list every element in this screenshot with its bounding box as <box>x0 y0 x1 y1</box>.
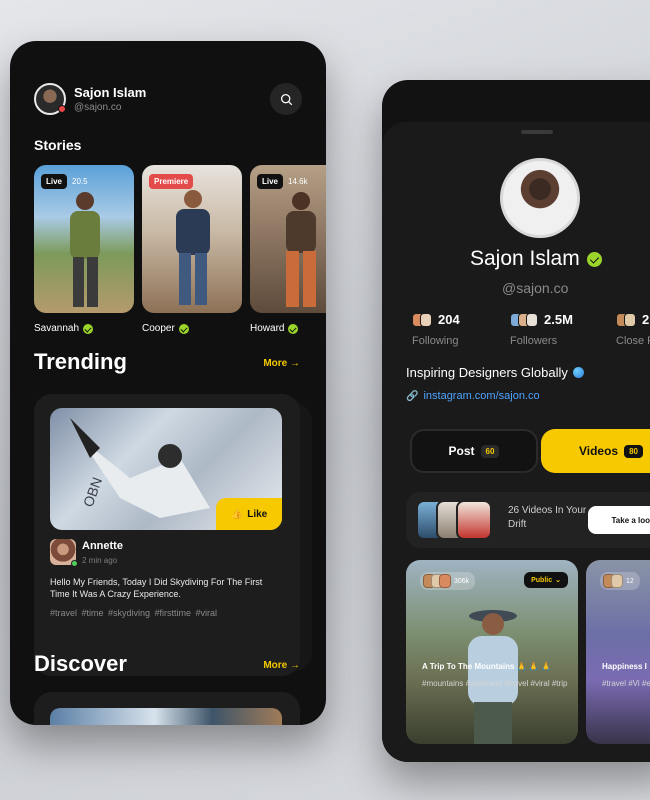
story-name: Savannah <box>34 323 94 334</box>
story-name-label: Savannah <box>34 323 80 334</box>
verified-icon <box>178 323 189 334</box>
visibility-dropdown[interactable]: Public ⌄ <box>524 572 568 588</box>
stat-value: 2.5M <box>544 312 573 327</box>
stat-label: Close Fri <box>616 335 650 347</box>
story-name-label: Howard <box>250 323 285 334</box>
stat-label: Followers <box>510 335 558 347</box>
stories-title: Stories <box>34 137 82 153</box>
video-tags[interactable]: #mountains #weekend #travel #viral #trip <box>422 678 572 690</box>
drift-banner: 26 Videos In Your Drift Take a look <box>406 492 650 548</box>
profile-handle: @sajon.co <box>502 280 569 296</box>
svg-text:OBN: OBN <box>80 475 105 509</box>
story-name: Cooper <box>142 323 189 334</box>
stat-value: 2 <box>642 312 650 327</box>
video-card[interactable]: 306k Public ⌄ A Trip To The Mountains 🙏 🙏… <box>406 560 578 744</box>
story-badge: Live <box>257 174 284 189</box>
trending-card[interactable]: OBN 👍 Like Annette 2 min ago Hello My Fri… <box>34 394 300 676</box>
video-views: 306k <box>454 577 470 585</box>
stat-close-friends[interactable]: 2 Close Fri <box>616 312 650 347</box>
user-handle: @sajon.co <box>74 102 122 113</box>
story-card[interactable]: Live 20.5 <box>34 165 134 313</box>
story-badge: Live <box>41 174 68 189</box>
mini-avatars <box>412 312 432 327</box>
video-title: A Trip To The Mountains 🙏 🙏 🙏 <box>422 662 551 671</box>
post-author-avatar[interactable] <box>50 539 78 567</box>
tab-post[interactable]: Post 60 <box>410 429 538 473</box>
post-timestamp: 2 min ago <box>82 556 118 565</box>
discover-more-link[interactable]: More → <box>263 660 300 671</box>
link-text[interactable]: instagram.com/sajon.co <box>423 390 539 402</box>
mini-avatars <box>510 312 538 327</box>
sheet-grabber[interactable] <box>521 130 553 134</box>
tab-videos[interactable]: Videos 80 <box>541 429 650 473</box>
profile-name-text: Sajon Islam <box>470 247 580 270</box>
link-icon: 🔗 <box>406 390 419 402</box>
video-tags[interactable]: #travel #Vi #explorethe <box>602 678 650 690</box>
chevron-down-icon: ⌄ <box>555 577 561 584</box>
online-indicator <box>71 560 78 567</box>
stat-label: Following <box>412 335 459 347</box>
user-name: Sajon Islam <box>74 85 147 100</box>
user-avatar[interactable] <box>34 83 66 115</box>
discover-image <box>50 708 282 725</box>
verified-icon <box>586 251 602 267</box>
video-viewers: 12 <box>600 572 640 590</box>
post-text: Hello My Friends, Today I Did Skydiving … <box>50 577 263 599</box>
drift-thumb <box>456 500 492 540</box>
take-a-look-button[interactable]: Take a look <box>588 506 650 534</box>
story-name-label: Cooper <box>142 323 175 334</box>
discover-card[interactable] <box>34 692 300 725</box>
stat-following[interactable]: 204 Following <box>412 312 460 347</box>
video-card[interactable]: 12 Happiness I #travel #Vi #explorethe <box>586 560 650 744</box>
story-badge: Premiere <box>149 174 194 189</box>
story-views: 14.6k <box>288 177 308 186</box>
tab-videos-label: Videos <box>578 444 619 458</box>
like-button[interactable]: 👍 Like <box>216 498 282 530</box>
stat-followers[interactable]: 2.5M Followers <box>510 312 573 347</box>
trending-more-link[interactable]: More → <box>263 358 300 369</box>
notification-dot <box>58 105 66 113</box>
video-views: 12 <box>626 577 634 585</box>
tab-post-count: 60 <box>480 444 500 458</box>
trending-title: Trending <box>34 349 127 374</box>
story-name: Howard <box>250 323 299 334</box>
like-label: Like <box>247 508 268 520</box>
profile-link[interactable]: 🔗 instagram.com/sajon.co <box>406 390 540 402</box>
drift-thumbnails <box>416 500 496 540</box>
visibility-label: Public <box>531 576 553 584</box>
video-title: Happiness I <box>602 662 647 671</box>
globe-icon <box>572 367 584 378</box>
trending-post-image: OBN 👍 Like <box>50 408 282 530</box>
story-person-image <box>70 192 100 307</box>
drift-text: 26 Videos In Your Drift <box>508 505 587 530</box>
profile-sheet: Sajon Islam @sajon.co 204 Following 2.5M… <box>382 122 650 762</box>
post-author-name[interactable]: Annette <box>82 540 123 552</box>
story-views: 20.5 <box>72 177 88 186</box>
stat-value: 204 <box>438 312 460 327</box>
stories-row: Live 20.5 Premiere Live 14.6k Savannah C… <box>34 165 326 345</box>
search-icon <box>280 93 292 105</box>
story-card[interactable]: Live 14.6k <box>250 165 326 313</box>
feed-header: Sajon Islam @sajon.co <box>34 83 302 117</box>
post-hashtags[interactable]: #travel #time #skydiving #firsttime #vir… <box>50 608 217 618</box>
story-person-image <box>286 192 316 307</box>
discover-title: Discover <box>34 651 127 676</box>
verified-icon <box>83 323 94 334</box>
verified-icon <box>288 323 299 334</box>
profile-name: Sajon Islam <box>470 247 602 271</box>
story-person-image <box>176 190 210 305</box>
video-viewers: 306k <box>420 572 476 590</box>
search-button[interactable] <box>270 83 302 115</box>
feed-phone: Sajon Islam @sajon.co Stories Live 20.5 … <box>10 41 326 725</box>
story-card[interactable]: Premiere <box>142 165 242 313</box>
profile-bio: Inspiring Designers Globally <box>406 365 584 380</box>
like-icon: 👍 <box>230 508 244 520</box>
skydiver-image: OBN <box>70 418 210 518</box>
mini-avatars <box>616 312 636 327</box>
tab-post-label: Post <box>448 444 475 458</box>
tab-videos-count: 80 <box>624 444 644 458</box>
profile-phone: Sajon Islam @sajon.co 204 Following 2.5M… <box>382 80 650 762</box>
profile-avatar[interactable] <box>500 158 580 238</box>
bio-text: Inspiring Designers Globally <box>406 365 568 380</box>
